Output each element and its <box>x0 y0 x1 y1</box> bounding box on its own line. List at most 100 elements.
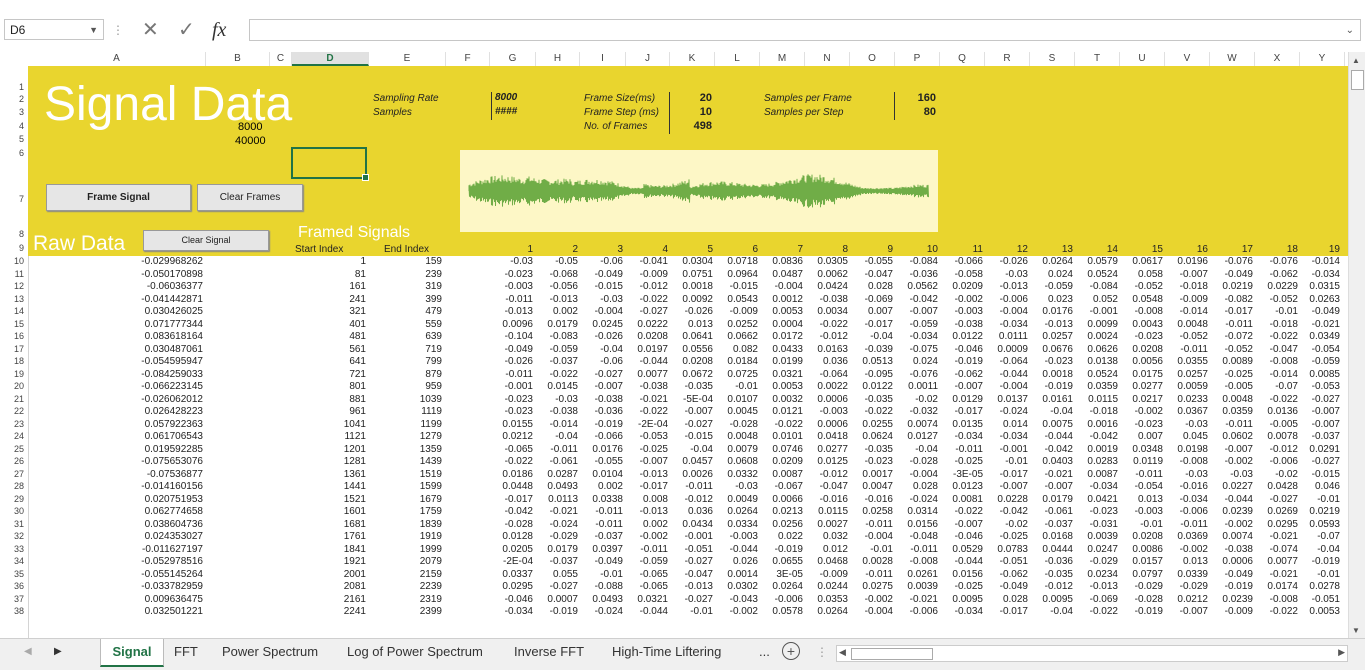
end-index-cell[interactable]: 1039 <box>382 394 442 407</box>
tab-fft[interactable]: FFT <box>174 639 198 665</box>
frame-value-cell[interactable]: 0.0493 <box>534 481 578 494</box>
end-index-cell[interactable]: 1199 <box>382 419 442 432</box>
row-header-32[interactable]: 32 <box>0 531 24 541</box>
frame-value-cell[interactable]: -0.034 <box>984 319 1028 332</box>
frame-value-cell[interactable]: -0.003 <box>1119 506 1163 519</box>
frame-value-cell[interactable]: -0.018 <box>1164 281 1208 294</box>
frame-value-cell[interactable]: 0.0338 <box>579 494 623 507</box>
frame-value-cell[interactable]: 0.0049 <box>714 494 758 507</box>
end-index-cell[interactable]: 1119 <box>382 406 442 419</box>
frame-value-cell[interactable]: -0.037 <box>534 556 578 569</box>
raw-sample-cell[interactable]: -0.052978516 <box>93 556 203 569</box>
frame-value-cell[interactable]: -0.014 <box>1254 369 1298 382</box>
frame-value-cell[interactable]: -0.022 <box>534 369 578 382</box>
frame-value-cell[interactable]: -0.012 <box>1254 444 1298 457</box>
frame-value-cell[interactable]: 0.0228 <box>984 494 1028 507</box>
frame-value-cell[interactable]: 0.0314 <box>894 506 938 519</box>
frame-value-cell[interactable]: -0.049 <box>1209 269 1253 282</box>
frame-value-cell[interactable]: -0.042 <box>1029 444 1073 457</box>
frame-value-cell[interactable]: -0.026 <box>669 306 713 319</box>
frame-value-cell[interactable]: -0.027 <box>579 369 623 382</box>
start-index-cell[interactable]: 481 <box>306 331 366 344</box>
name-box[interactable]: D6 ▼ <box>4 19 104 40</box>
end-index-cell[interactable]: 239 <box>382 269 442 282</box>
raw-sample-cell[interactable]: -0.014160156 <box>93 481 203 494</box>
frame-value-cell[interactable]: 0.0007 <box>534 594 578 607</box>
frame-value-cell[interactable]: 0.0278 <box>1296 581 1340 594</box>
frame-value-cell[interactable]: 0.0012 <box>759 294 803 307</box>
frame-value-cell[interactable]: -0.002 <box>1209 519 1253 532</box>
frame-value-cell[interactable]: -0.062 <box>984 569 1028 582</box>
frame-value-cell[interactable]: -0.022 <box>759 419 803 432</box>
column-header-x[interactable]: X <box>1255 52 1300 66</box>
frame-value-cell[interactable]: -0.022 <box>1254 394 1298 407</box>
frame-value-cell[interactable]: 0.0428 <box>1254 481 1298 494</box>
frame-value-cell[interactable]: -0.022 <box>624 294 668 307</box>
frame-value-cell[interactable]: 0.0287 <box>534 469 578 482</box>
frame-value-cell[interactable]: -0.023 <box>489 269 533 282</box>
frame-value-cell[interactable]: 0.0074 <box>894 419 938 432</box>
frame-value-cell[interactable]: 0.0617 <box>1119 256 1163 269</box>
frame-value-cell[interactable]: 0.0111 <box>984 331 1028 344</box>
frame-value-cell[interactable]: -0.104 <box>489 331 533 344</box>
frame-value-cell[interactable]: 0.0006 <box>804 394 848 407</box>
start-index-cell[interactable]: 641 <box>306 356 366 369</box>
frame-value-cell[interactable]: -2E-04 <box>489 556 533 569</box>
frame-value-cell[interactable]: -0.006 <box>1164 506 1208 519</box>
frame-value-cell[interactable]: 0.0129 <box>939 394 983 407</box>
frame-value-cell[interactable]: 0.0087 <box>759 469 803 482</box>
frame-value-cell[interactable]: -0.01 <box>1119 519 1163 532</box>
frame-value-cell[interactable]: 0.0172 <box>759 331 803 344</box>
frame-value-cell[interactable]: 0.0006 <box>804 419 848 432</box>
frame-value-cell[interactable]: -0.075 <box>894 344 938 357</box>
frame-value-cell[interactable]: 0.0212 <box>1164 594 1208 607</box>
raw-sample-cell[interactable]: -0.07536877 <box>93 469 203 482</box>
frame-value-cell[interactable]: -0.022 <box>849 406 893 419</box>
frame-value-cell[interactable]: -0.03 <box>534 394 578 407</box>
frame-value-cell[interactable]: -0.041 <box>624 256 668 269</box>
frame-value-cell[interactable]: -0.049 <box>1209 569 1253 582</box>
frame-value-cell[interactable]: -0.014 <box>534 419 578 432</box>
frame-value-cell[interactable]: -0.008 <box>1164 456 1208 469</box>
frame-value-cell[interactable]: 0.0783 <box>984 544 1028 557</box>
frame-value-cell[interactable]: -0.03 <box>984 269 1028 282</box>
frame-value-cell[interactable]: -0.03 <box>579 294 623 307</box>
frame-value-cell[interactable]: -0.042 <box>1074 431 1118 444</box>
frame-value-cell[interactable]: 0.0081 <box>939 494 983 507</box>
frame-value-cell[interactable]: 0.0127 <box>894 431 938 444</box>
frame-value-cell[interactable]: -0.023 <box>489 394 533 407</box>
frame-value-cell[interactable]: 0.0043 <box>1119 319 1163 332</box>
frame-value-cell[interactable]: -0.013 <box>1029 319 1073 332</box>
frame-value-cell[interactable]: -0.022 <box>939 506 983 519</box>
frame-value-cell[interactable]: -0.03 <box>1164 469 1208 482</box>
raw-sample-cell[interactable]: -0.084259033 <box>93 369 203 382</box>
start-index-cell[interactable]: 321 <box>306 306 366 319</box>
frame-value-cell[interactable]: -0.007 <box>939 381 983 394</box>
frame-value-cell[interactable]: -0.034 <box>939 431 983 444</box>
frame-value-cell[interactable]: -0.047 <box>1254 344 1298 357</box>
frame-value-cell[interactable]: 0.0457 <box>669 456 713 469</box>
frame-value-cell[interactable]: -0.001 <box>1074 306 1118 319</box>
raw-sample-cell[interactable]: -0.075653076 <box>93 456 203 469</box>
frame-value-cell[interactable]: -0.003 <box>489 281 533 294</box>
frame-value-cell[interactable]: -0.029 <box>534 531 578 544</box>
frame-value-cell[interactable]: 0.0579 <box>1074 256 1118 269</box>
column-header-a[interactable]: A <box>28 52 206 66</box>
row-header-28[interactable]: 28 <box>0 481 24 491</box>
frame-value-cell[interactable]: -0.084 <box>1074 281 1118 294</box>
tab-inverse-fft[interactable]: Inverse FFT <box>514 639 584 665</box>
column-header-i[interactable]: I <box>580 52 626 66</box>
frame-value-cell[interactable]: -0.051 <box>1296 594 1340 607</box>
raw-sample-cell[interactable]: -0.029968262 <box>93 256 203 269</box>
frame-value-cell[interactable]: 0.0219 <box>1296 506 1340 519</box>
vertical-scrollbar[interactable]: ▲ ▼ <box>1348 52 1365 638</box>
raw-sample-cell[interactable]: 0.083618164 <box>93 331 203 344</box>
frame-value-cell[interactable]: 0.0087 <box>1074 469 1118 482</box>
frame-value-cell[interactable]: 0.0244 <box>804 581 848 594</box>
frame-value-cell[interactable]: 0.0113 <box>534 494 578 507</box>
frame-value-cell[interactable]: 0.052 <box>1074 294 1118 307</box>
row-header-15[interactable]: 15 <box>0 319 24 329</box>
frame-value-cell[interactable]: 0.0403 <box>1029 456 1073 469</box>
frame-value-cell[interactable]: -0.039 <box>849 344 893 357</box>
frame-value-cell[interactable]: -0.082 <box>1209 294 1253 307</box>
